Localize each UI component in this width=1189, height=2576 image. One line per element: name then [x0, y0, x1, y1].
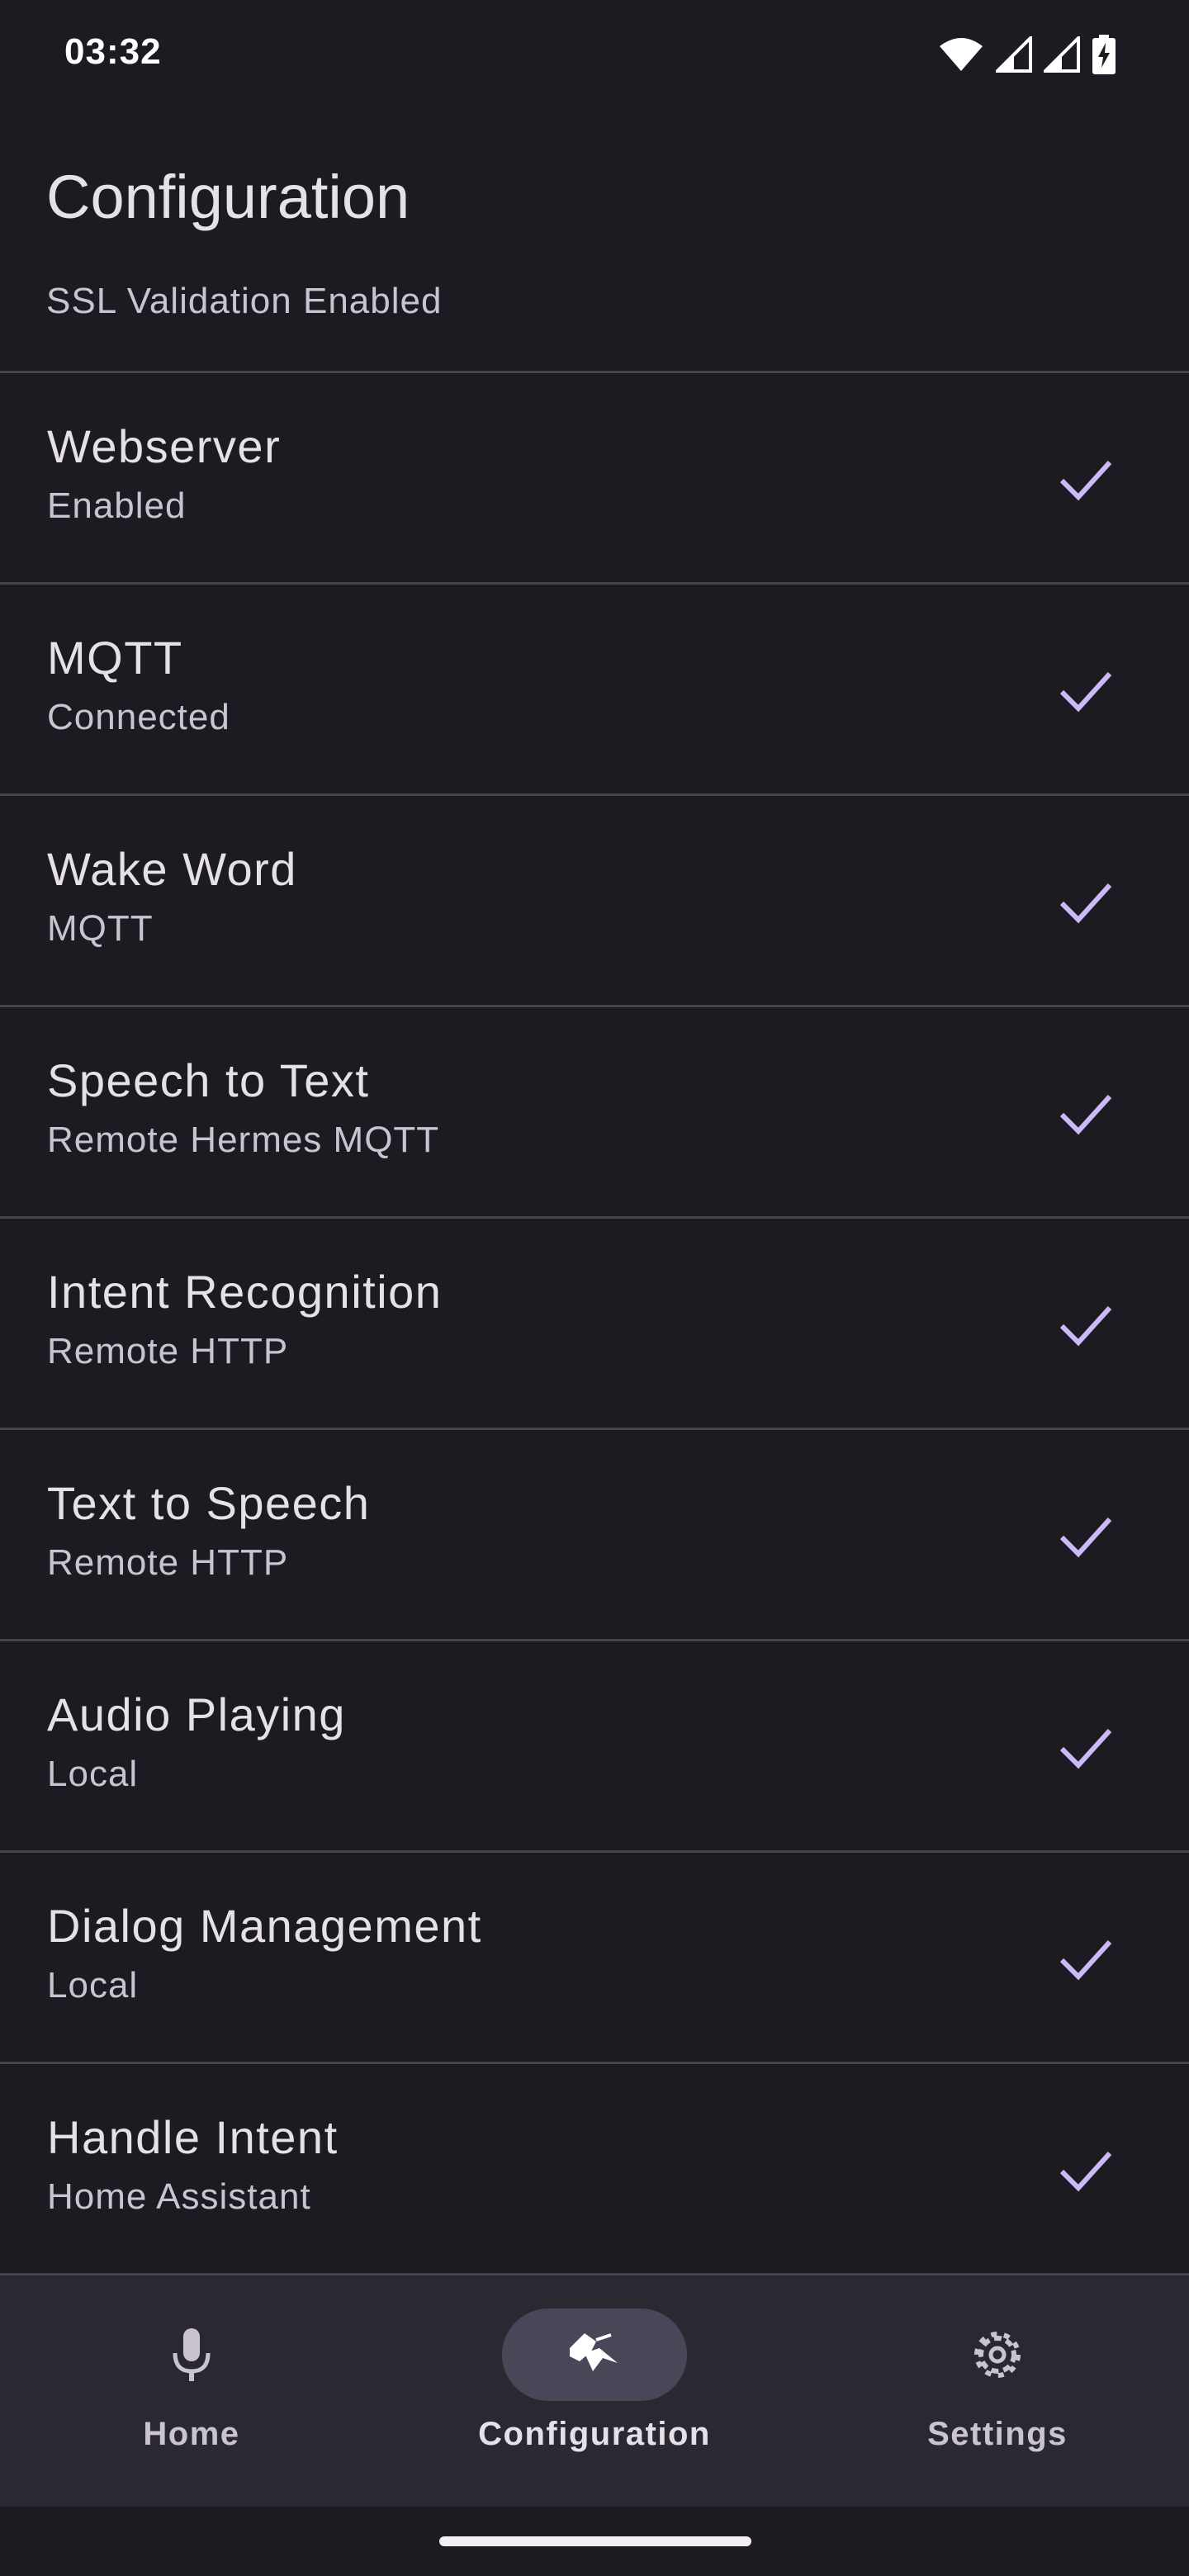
gesture-area [0, 2507, 1189, 2576]
check-icon [1059, 1939, 1112, 1981]
list-item-subtitle: Remote HTTP [47, 1542, 289, 1583]
gesture-handle[interactable] [439, 2536, 751, 2546]
nav-item-configuration[interactable]: Configuration [471, 2308, 718, 2474]
check-icon [1059, 1728, 1112, 1769]
list-item-subtitle: Remote Hermes MQTT [47, 1120, 440, 1160]
check-icon [1059, 1517, 1112, 1558]
nav-label-home: Home [143, 2416, 240, 2452]
battery-charging-icon [1092, 35, 1116, 74]
microphone-icon [173, 2328, 211, 2381]
list: Webserver Enabled MQTT Connected Wake Wo… [0, 373, 1189, 2275]
list-item-wake-word[interactable]: Wake Word MQTT [0, 796, 1189, 1007]
status-time: 03:32 [64, 31, 162, 72]
configuration-list[interactable]: SSL Validation Enabled Webserver Enabled… [0, 256, 1189, 2275]
list-item-subtitle: Remote HTTP [47, 1331, 289, 1371]
list-item-audio-playing[interactable]: Audio Playing Local [0, 1641, 1189, 1853]
list-item-subtitle: Enabled [47, 485, 187, 526]
status-icons [938, 33, 1116, 76]
list-item-title: Audio Playing [47, 1688, 346, 1740]
list-item-title: MQTT [47, 632, 183, 684]
check-icon [1059, 1094, 1112, 1135]
check-icon [1059, 883, 1112, 924]
gear-icon [974, 2332, 1021, 2378]
list-item-subtitle: Local [47, 1965, 139, 2005]
status-bar: 03:32 [0, 0, 1189, 107]
list-item-title: Handle Intent [47, 2111, 339, 2163]
wifi-icon [940, 38, 983, 71]
list-item-speech-to-text[interactable]: Speech to Text Remote Hermes MQTT [0, 1007, 1189, 1219]
list-item-dialog-management[interactable]: Dialog Management Local [0, 1853, 1189, 2064]
list-item-subtitle: Connected [47, 697, 230, 737]
list-item-title: Wake Word [47, 843, 297, 895]
list-item-subtitle: Home Assistant [47, 2176, 311, 2217]
bottom-navigation: Home Configuration Settings [0, 2275, 1189, 2507]
list-item-subtitle: Local [47, 1754, 139, 1794]
list-item-webserver[interactable]: Webserver Enabled [0, 373, 1189, 585]
list-item-title: Dialog Management [47, 1900, 482, 1952]
nav-item-settings[interactable]: Settings [874, 2308, 1121, 2474]
list-item-intent-recognition[interactable]: Intent Recognition Remote HTTP [0, 1219, 1189, 1430]
list-item-subtitle: MQTT [47, 908, 154, 949]
check-icon [1059, 460, 1112, 501]
check-icon [1059, 671, 1112, 713]
page-title: Configuration [46, 163, 410, 231]
list-item-title: Webserver [47, 420, 282, 472]
nav-label-configuration: Configuration [478, 2416, 711, 2452]
list-item-title: Text to Speech [47, 1477, 371, 1529]
list-item-handle-intent[interactable]: Handle Intent Home Assistant [0, 2064, 1189, 2275]
list-item-partial-subtitle: SSL Validation Enabled [46, 281, 443, 321]
check-icon [1059, 1305, 1112, 1347]
nav-label-settings: Settings [927, 2416, 1068, 2452]
list-item-title: Intent Recognition [47, 1266, 443, 1318]
list-item-title: Speech to Text [47, 1054, 370, 1106]
list-item-mqtt[interactable]: MQTT Connected [0, 585, 1189, 796]
list-item-text-to-speech[interactable]: Text to Speech Remote HTTP [0, 1430, 1189, 1641]
signal-icon [1044, 36, 1080, 73]
check-icon [1059, 2151, 1112, 2192]
configuration-icon [570, 2333, 618, 2371]
signal-icon [996, 36, 1032, 73]
nav-item-home[interactable]: Home [68, 2308, 315, 2474]
